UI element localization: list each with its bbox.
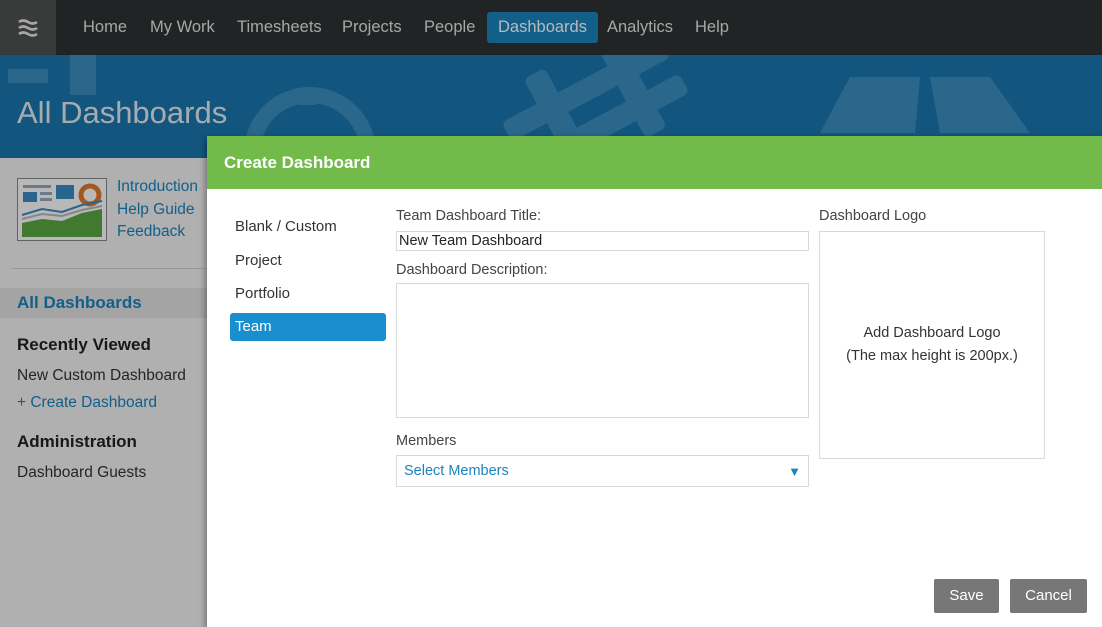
title-label: Team Dashboard Title: — [396, 208, 542, 224]
logo-upload-area[interactable]: Add Dashboard Logo (The max height is 20… — [819, 231, 1045, 459]
members-select[interactable]: Select Members ▼ — [396, 455, 809, 487]
dashboard-description-input[interactable] — [396, 283, 809, 418]
save-button[interactable]: Save — [934, 579, 999, 613]
type-team[interactable]: Team — [230, 313, 386, 341]
logo-size-hint: (The max height is 200px.) — [846, 348, 1018, 364]
dialog-title: Create Dashboard — [224, 153, 371, 172]
logo-label: Dashboard Logo — [819, 208, 927, 224]
type-blank-custom[interactable]: Blank / Custom — [230, 213, 386, 241]
caret-down-icon: ▼ — [788, 464, 801, 479]
members-placeholder: Select Members — [404, 463, 509, 479]
members-label: Members — [396, 433, 457, 449]
create-dashboard-dialog: Create Dashboard Blank / Custom Project … — [207, 136, 1102, 627]
type-project[interactable]: Project — [230, 247, 386, 275]
description-label: Dashboard Description: — [396, 262, 548, 278]
dialog-header: Create Dashboard — [207, 136, 1102, 189]
cancel-button[interactable]: Cancel — [1010, 579, 1087, 613]
dashboard-title-input[interactable] — [396, 231, 809, 251]
type-portfolio[interactable]: Portfolio — [230, 280, 386, 308]
add-logo-text: Add Dashboard Logo — [863, 325, 1001, 341]
